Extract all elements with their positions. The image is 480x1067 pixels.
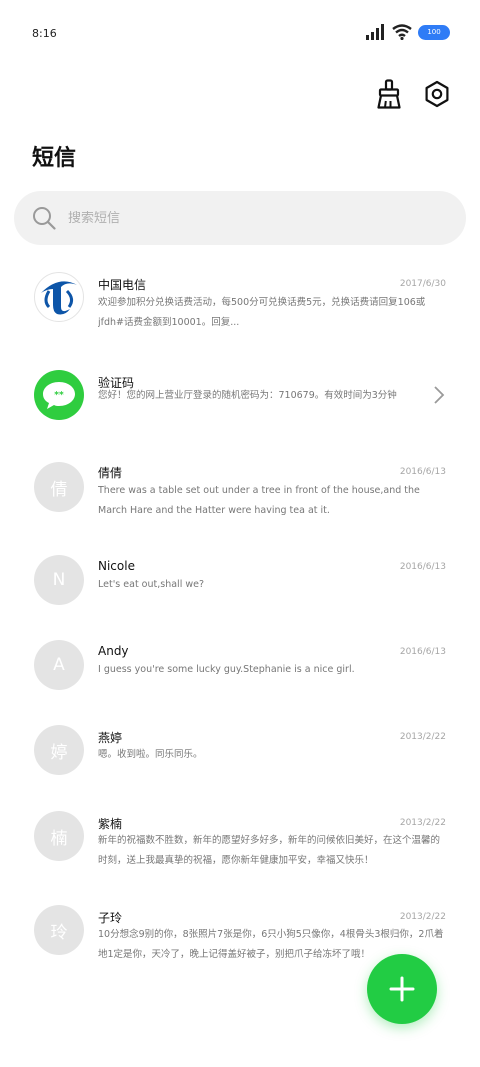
chevron-right-icon[interactable] [432,385,446,405]
search-input[interactable] [68,210,428,226]
message-bubble-icon: ** [43,382,75,409]
settings-button[interactable] [422,78,452,110]
conversation-date: 2017/6/30 [399,279,446,289]
conversation-name: Nicole [98,559,135,573]
broom-icon [377,79,401,109]
conversation-name: 紫楠 [98,817,123,831]
page-title: 短信 [32,146,77,171]
conversation-name: 子玲 [98,911,123,925]
avatar: 婷 [34,725,84,775]
status-time: 8:16 [32,27,57,40]
conversation-date: 2013/2/22 [399,732,446,742]
avatar: ** [34,370,84,420]
signal-icon [366,24,384,40]
conversation-preview: Let's eat out,shall we? [98,579,205,590]
new-message-button[interactable] [367,954,437,1024]
conversation-date: 2013/2/22 [399,818,446,828]
avatar-text: ** [54,391,64,401]
search-bar[interactable] [14,191,466,245]
avatar: A [34,640,84,690]
conversation-preview: I guess you're some lucky guy.Stephanie … [98,664,355,675]
conversation-preview: 您好！您的网上营业厅登录的随机密码为：710679。有效时间为3分钟 [98,390,397,401]
conversation-name: 倩倩 [98,466,123,480]
conversation-name: Andy [98,644,129,658]
conversation-preview: There was a table set out under a tree i… [98,485,420,516]
clean-button[interactable] [374,78,404,110]
conversation-date: 2016/6/13 [399,562,446,572]
search-icon [33,207,56,230]
avatar: N [34,555,84,605]
china-telecom-logo-icon [41,281,77,315]
conversation-name: 中国电信 [98,278,147,292]
status-icons: 100 [366,24,450,40]
status-bar: 8:16 100 [0,0,480,68]
conversation-preview: 新年的祝福数不胜数，新年的愿望好多好多，新年的问候依旧美好，在这个温馨的时刻，送… [98,835,441,866]
conversation-item[interactable]: 中国电信 2017/6/30 欢迎参加积分兑换话费活动，每500分可兑换话费5元… [0,262,480,342]
conversation-item[interactable]: 楠 紫楠 2013/2/22 新年的祝福数不胜数，新年的愿望好多好多，新年的问候… [0,811,480,891]
wifi-icon [392,24,412,40]
conversation-preview: 欢迎参加积分兑换话费活动，每500分可兑换话费5元，兑换话费请回复106或jfd… [98,297,426,328]
conversation-date: 2016/6/13 [399,467,446,477]
top-actions [374,78,452,110]
conversation-item[interactable]: 倩 倩倩 2016/6/13 There was a table set out… [0,460,480,540]
conversation-item[interactable]: A Andy 2016/6/13 I guess you're some luc… [0,640,480,720]
conversation-date: 2013/2/22 [399,912,446,922]
plus-icon [389,976,415,1002]
conversation-preview: 嗯。收到啦。同乐同乐。 [98,749,203,760]
avatar [34,272,84,322]
battery-indicator: 100 [418,24,450,40]
avatar: 楠 [34,811,84,861]
conversation-item[interactable]: ** 验证码 您好！您的网上营业厅登录的随机密码为：710679。有效时间为3分… [0,360,480,440]
conversation-date: 2016/6/13 [399,647,446,657]
conversation-item[interactable]: 婷 燕婷 2013/2/22 嗯。收到啦。同乐同乐。 [0,725,480,805]
avatar: 倩 [34,462,84,512]
conversation-name: 燕婷 [98,731,123,745]
avatar: 玲 [34,905,84,955]
settings-icon [425,80,449,108]
conversation-item[interactable]: N Nicole 2016/6/13 Let's eat out,shall w… [0,555,480,635]
